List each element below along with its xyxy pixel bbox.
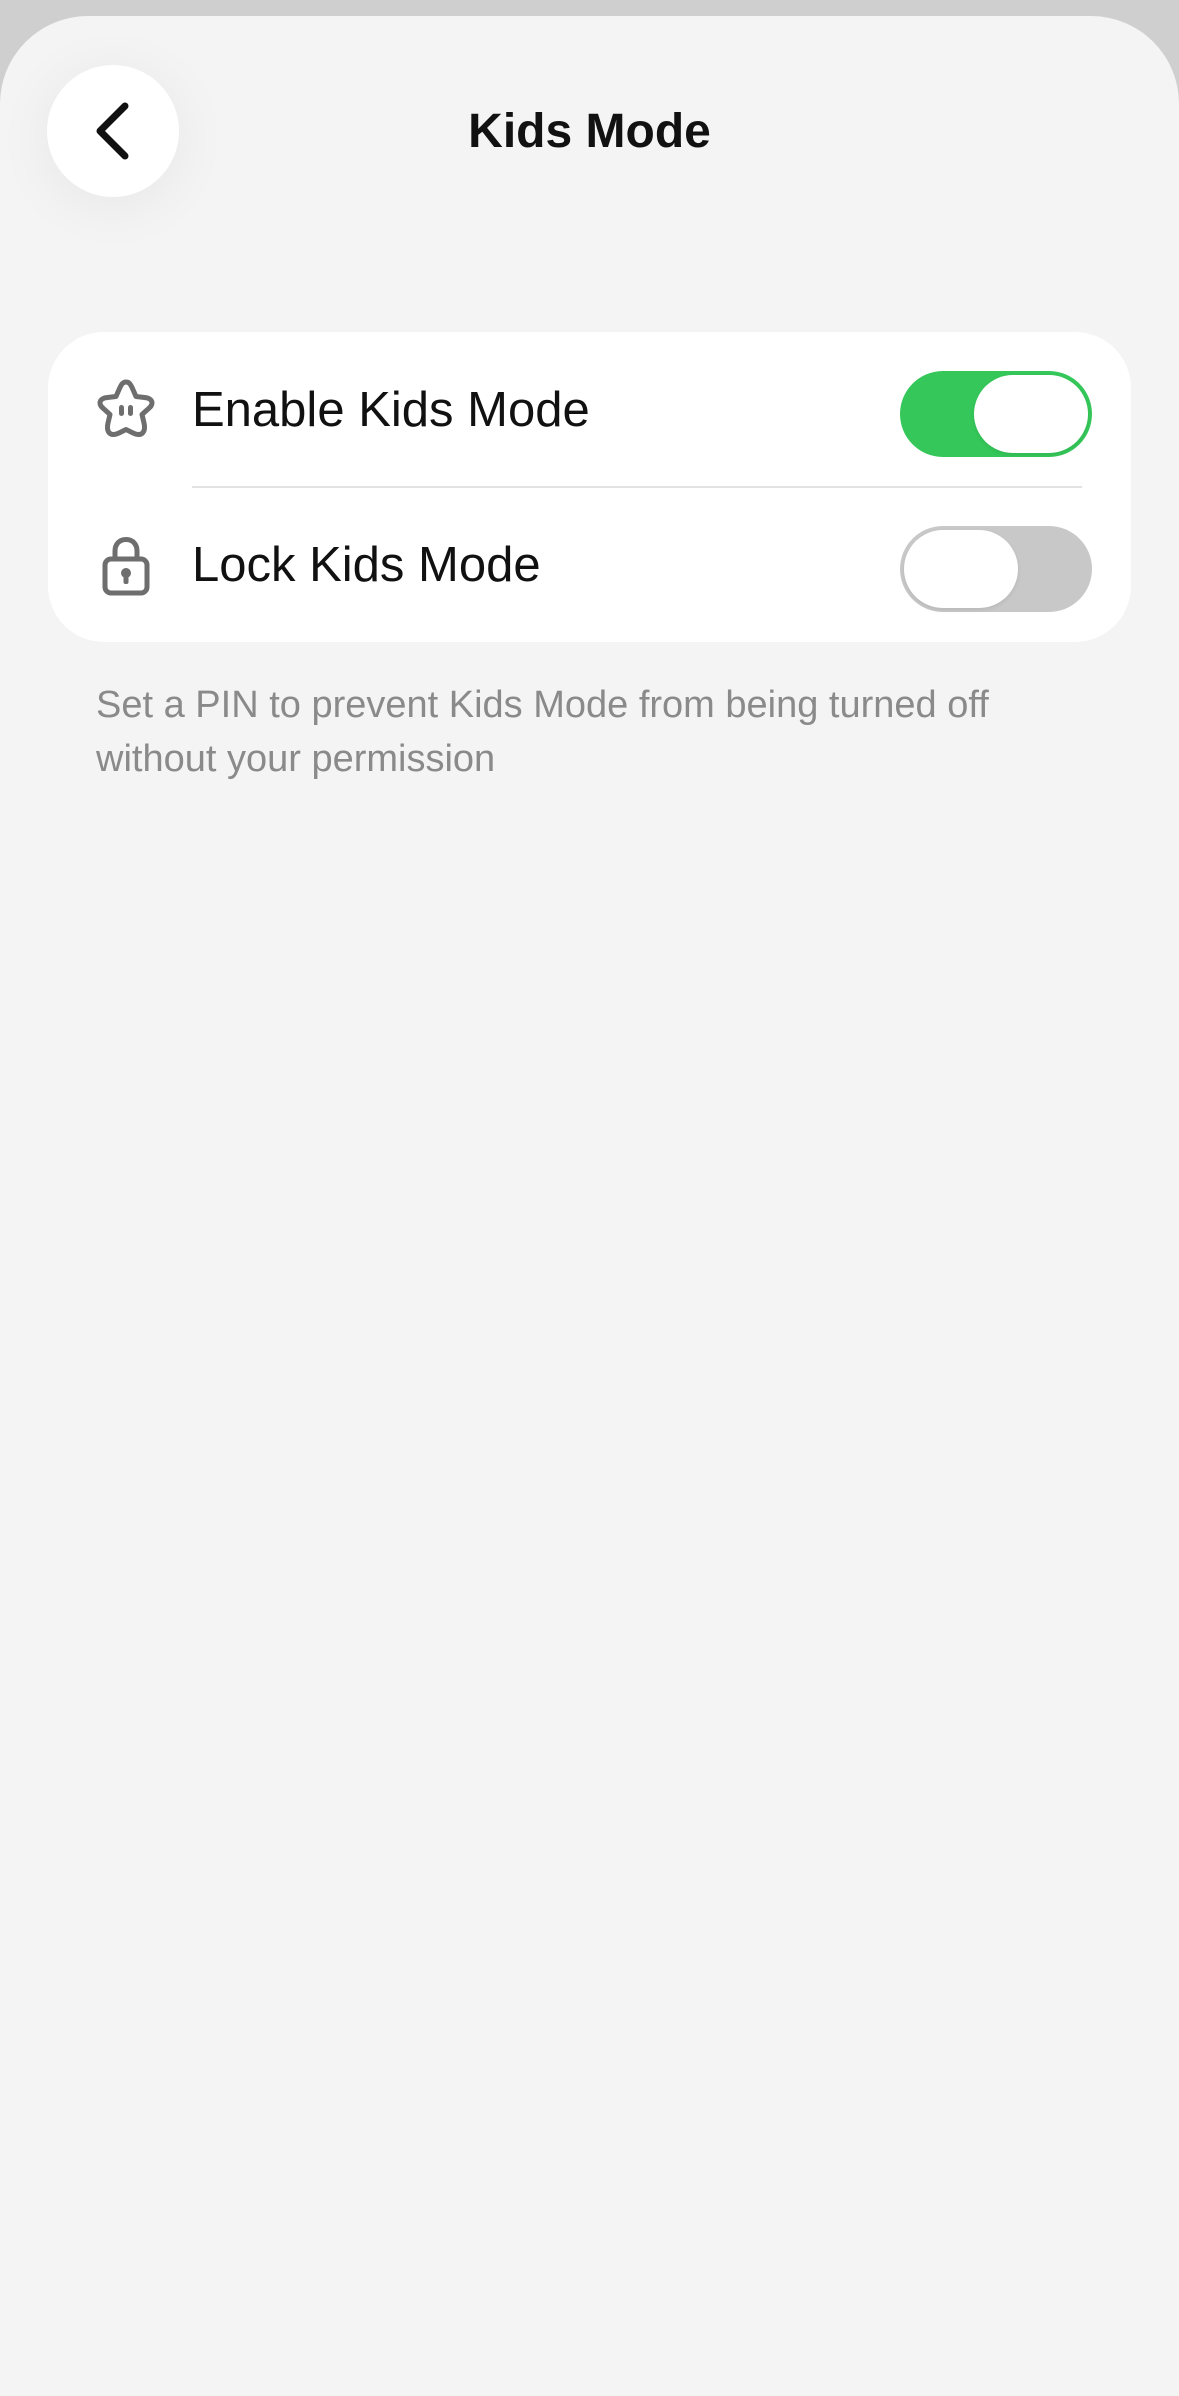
setting-label: Lock Kids Mode [192, 538, 541, 592]
lock-description: Set a PIN to prevent Kids Mode from bein… [96, 684, 989, 780]
lock-icon [90, 529, 162, 601]
screen: Kids Mode Enable Kids Mode Lock Kids Mod… [0, 16, 1179, 2396]
toggle-knob [974, 375, 1088, 453]
page-title: Kids Mode [468, 105, 711, 158]
setting-label: Enable Kids Mode [192, 383, 590, 437]
star-face-icon [90, 374, 162, 446]
lock-kids-mode-toggle[interactable] [900, 526, 1092, 612]
setting-row-enable-kids-mode[interactable]: Enable Kids Mode [48, 332, 1131, 488]
settings-card: Enable Kids Mode Lock Kids Mode [48, 332, 1131, 642]
enable-kids-mode-toggle[interactable] [900, 371, 1092, 457]
setting-row-lock-kids-mode[interactable]: Lock Kids Mode [48, 487, 1131, 642]
toggle-knob [904, 530, 1018, 608]
